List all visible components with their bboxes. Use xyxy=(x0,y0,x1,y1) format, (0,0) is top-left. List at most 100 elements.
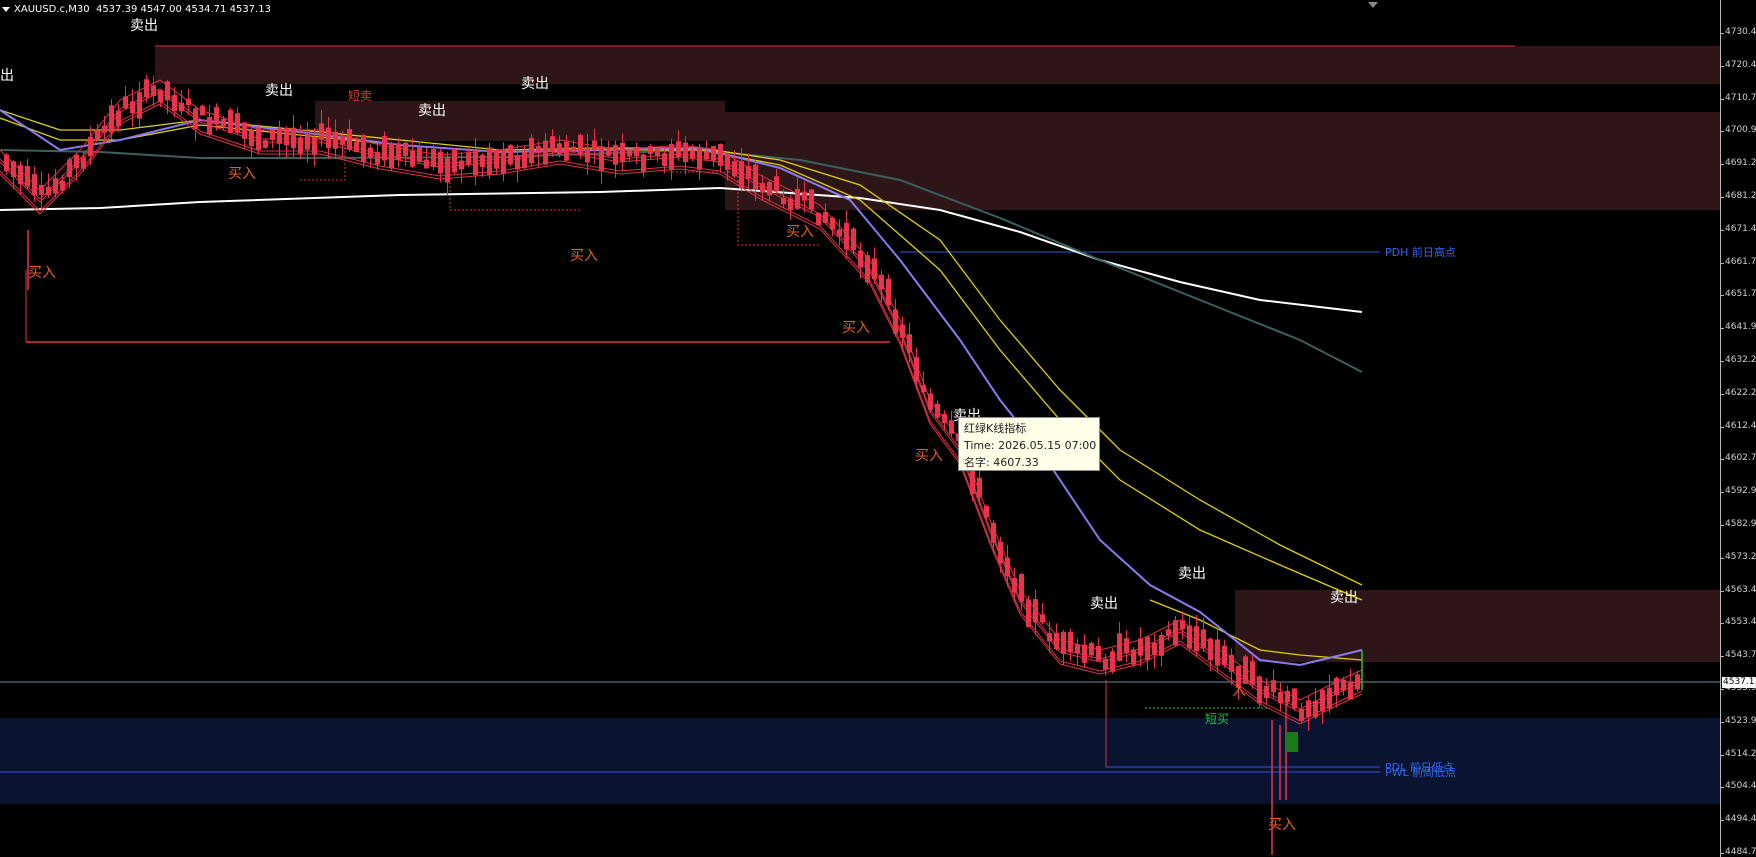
candle-body xyxy=(347,129,352,150)
candle-body xyxy=(543,140,548,165)
axis-tick xyxy=(1721,426,1724,428)
candle-body xyxy=(340,137,345,145)
price-chart[interactable]: 出 卖出 卖出 短卖 卖出 卖出 卖出 卖出 卖出 卖出 买入 买入 买入 买入… xyxy=(0,0,1720,857)
price-axis-label: 4484.70 xyxy=(1725,847,1756,857)
candle-body xyxy=(620,142,625,162)
candle-body xyxy=(1124,638,1129,654)
candle-body xyxy=(508,145,513,165)
candle-body xyxy=(851,228,856,251)
price-axis-label: 4494.45 xyxy=(1725,814,1756,825)
candle-body xyxy=(67,159,72,178)
candle-body xyxy=(319,123,324,140)
candle-body xyxy=(25,166,30,187)
price-axis-label: 4592.95 xyxy=(1725,486,1756,497)
buy-signal: 买入 xyxy=(1268,817,1296,833)
candle-body xyxy=(207,116,212,135)
candle-body xyxy=(1068,631,1073,653)
candle-body xyxy=(228,109,233,134)
axis-tick xyxy=(1721,295,1724,297)
candle-body xyxy=(1250,661,1255,685)
symbol-info[interactable]: XAUUSD.c,M30 4537.39 4547.00 4534.71 453… xyxy=(2,4,271,15)
candle-body xyxy=(53,178,58,194)
candle-body xyxy=(1173,620,1178,646)
candle-body xyxy=(522,152,527,169)
candle-body xyxy=(781,198,786,205)
sell-signal: 卖出 xyxy=(1090,596,1118,612)
candle-body xyxy=(1012,578,1017,593)
candle-body xyxy=(109,105,114,133)
candle-body xyxy=(746,166,751,179)
candle-body xyxy=(144,79,149,98)
candle-body xyxy=(648,146,653,154)
candle-body xyxy=(550,136,555,153)
buy-signal: 买入 xyxy=(228,166,256,182)
axis-tick xyxy=(1721,197,1724,198)
sell-signal: 卖出 xyxy=(265,83,293,99)
chart-area[interactable]: 出 卖出 卖出 短卖 卖出 卖出 卖出 卖出 卖出 卖出 买入 买入 买入 买入… xyxy=(0,0,1720,857)
short-sell-signal: 短卖 xyxy=(348,89,372,103)
price-axis-label: 4573.20 xyxy=(1725,551,1756,562)
candle-body xyxy=(501,149,506,174)
candle-body xyxy=(788,198,793,210)
axis-tick xyxy=(1721,820,1724,822)
candle-body xyxy=(1257,676,1262,704)
candle-body xyxy=(1005,557,1010,577)
candle-body xyxy=(193,108,198,129)
candle-body xyxy=(830,217,835,230)
buy-zone xyxy=(0,718,1720,804)
candle-body xyxy=(970,469,975,495)
candle-body xyxy=(872,258,877,280)
pdh-label: PDH 前日高点 xyxy=(1385,245,1456,259)
candle-body xyxy=(186,98,191,106)
candle-body xyxy=(1208,638,1213,661)
sell-signal: 出 xyxy=(0,68,14,84)
axis-tick xyxy=(1721,98,1724,100)
candle-body xyxy=(529,137,534,164)
candle-body xyxy=(179,102,184,112)
candle-body xyxy=(494,150,499,169)
candle-body xyxy=(1306,700,1311,717)
candle-body xyxy=(585,147,590,163)
buy-signal: 买入 xyxy=(915,448,943,464)
candle-body xyxy=(270,129,275,140)
price-axis-label: 4582.95 xyxy=(1725,519,1756,529)
chart-shift-arrow-icon[interactable] xyxy=(1368,2,1378,8)
price-axis[interactable]: 4730.45 4720.45 4710.70 4700.95 4691.20 4681.… xyxy=(1720,0,1756,857)
candle-body xyxy=(1089,643,1094,656)
axis-tick xyxy=(1721,164,1724,166)
candle-body xyxy=(172,94,177,111)
candle-body xyxy=(1138,638,1143,656)
dropdown-arrow-icon[interactable] xyxy=(2,6,10,12)
candle-body xyxy=(683,142,688,162)
candle-body xyxy=(410,150,415,167)
price-axis-label: 4681.20 xyxy=(1725,191,1756,201)
candle-body xyxy=(1166,629,1171,636)
candle-body xyxy=(1341,679,1346,691)
candle-body xyxy=(760,182,765,193)
candle-body xyxy=(32,174,37,195)
buy-signal: 买入 xyxy=(786,224,814,240)
sell-signal: 卖出 xyxy=(1330,590,1358,606)
price-axis-label: 4651.70 xyxy=(1725,289,1756,300)
axis-tick xyxy=(1721,525,1724,526)
candle-body xyxy=(326,127,331,148)
candle-body xyxy=(382,136,387,161)
candle-body xyxy=(1075,644,1080,653)
axis-tick xyxy=(1721,65,1724,67)
candle-body xyxy=(1047,633,1052,642)
axis-tick xyxy=(1721,787,1724,789)
candle-body xyxy=(473,149,478,176)
tooltip-time: Time: 2026.05.15 07:00 xyxy=(964,439,1097,452)
candle-body xyxy=(123,96,128,109)
candle-body xyxy=(718,143,723,166)
candle-body xyxy=(1313,700,1318,718)
candle-body xyxy=(256,128,261,150)
candle-body xyxy=(46,186,51,196)
axis-tick xyxy=(1721,557,1724,559)
candle-body xyxy=(417,147,422,163)
price-axis-label: 4632.20 xyxy=(1725,355,1756,365)
candle-body xyxy=(39,184,44,195)
candle-body xyxy=(1145,636,1150,661)
candle-body xyxy=(536,146,541,154)
candle-body xyxy=(697,146,702,170)
